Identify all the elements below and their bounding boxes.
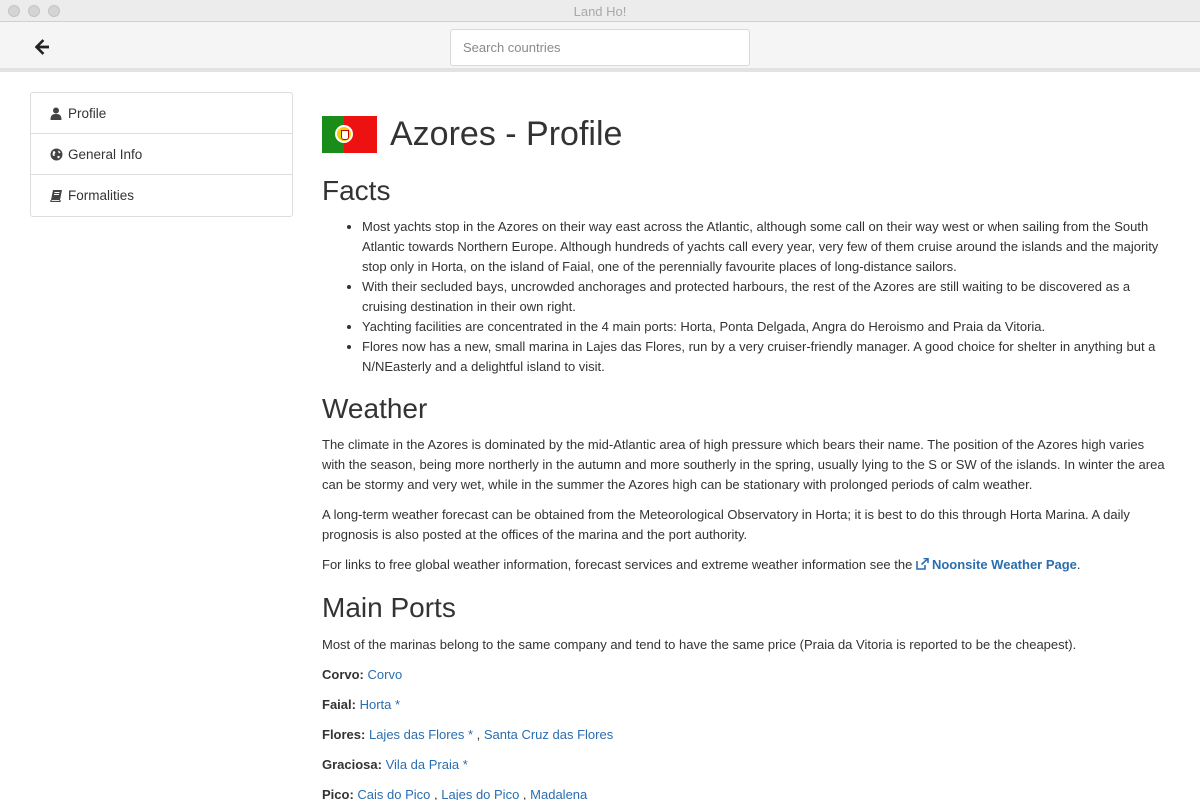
period: .	[1076, 556, 1081, 572]
sidebar-item-formalities[interactable]: Formalities	[31, 175, 292, 216]
sidebar-item-label: Formalities	[68, 188, 135, 203]
port-link-horta[interactable]: Horta *	[360, 697, 400, 712]
list-item: Flores now has a new, small marina in La…	[362, 337, 1167, 377]
sidebar-nav: Profile General Info Formalities	[30, 92, 293, 217]
island-label: Pico:	[322, 787, 354, 800]
sidebar-item-label: General Info	[68, 146, 143, 162]
port-row-pico: Pico: Cais do Pico , Lajes do Pico , Mad…	[322, 785, 1167, 800]
sidebar-item-profile[interactable]: Profile	[31, 93, 292, 134]
main-ports-heading: Main Ports	[322, 591, 456, 623]
list-item: Most yachts stop in the Azores on their …	[362, 217, 1167, 277]
weather-paragraph: The climate in the Azores is dominated b…	[322, 436, 1165, 492]
port-row-flores: Flores: Lajes das Flores * , Santa Cruz …	[322, 727, 614, 743]
port-link-lajes-das-flores[interactable]: Lajes das Flores *	[369, 727, 473, 742]
weather-heading: Weather	[322, 392, 428, 424]
arrow-left-icon	[34, 39, 49, 55]
external-link-icon	[916, 557, 929, 570]
port-link-madalena[interactable]: Madalena	[530, 787, 587, 800]
port-link-cais-do-pico[interactable]: Cais do Pico	[357, 787, 430, 800]
back-button[interactable]	[28, 34, 56, 60]
page-header: Azores - Profile	[322, 110, 1167, 158]
ports-intro: Most of the marinas belong to the same c…	[322, 637, 1077, 653]
list-item: Yachting facilities are concentrated in …	[362, 317, 1167, 337]
weather-links-paragraph: For links to free global weather informa…	[322, 555, 1167, 575]
portugal-flag-image	[322, 115, 377, 153]
page-title: Azores - Profile	[390, 115, 623, 153]
noonsite-weather-link[interactable]: Noonsite Weather Page	[916, 557, 1077, 572]
port-link-vila-da-praia[interactable]: Vila da Praia *	[386, 757, 468, 772]
user-icon	[49, 106, 63, 120]
toolbar	[0, 22, 1200, 72]
weather-links-text: For links to free global weather informa…	[322, 556, 916, 572]
window-title: Land Ho!	[573, 4, 627, 19]
sidebar-item-general-info[interactable]: General Info	[31, 134, 292, 175]
window-titlebar: Land Ho!	[0, 0, 1200, 22]
facts-heading: Facts	[322, 175, 391, 206]
port-link-santa-cruz-das-flores[interactable]: Santa Cruz das Flores	[484, 727, 613, 742]
list-item: With their secluded bays, uncrowded anch…	[362, 277, 1167, 317]
port-row-graciosa: Graciosa: Vila da Praia *	[322, 755, 1167, 775]
sidebar-item-label: Profile	[68, 105, 107, 121]
island-label: Graciosa:	[322, 757, 382, 773]
port-link-lajes-do-pico[interactable]: Lajes do Pico	[441, 787, 519, 800]
main-content: Azores - Profile Facts Most yachts stop …	[322, 110, 1167, 800]
port-row-faial: Faial: Horta *	[322, 695, 1167, 715]
weather-paragraph: A long-term weather forecast can be obta…	[322, 506, 1130, 542]
search-input[interactable]	[450, 29, 750, 66]
island-label: Flores:	[322, 727, 366, 743]
port-link-corvo[interactable]: Corvo	[368, 667, 403, 682]
facts-list: Most yachts stop in the Azores on their …	[322, 217, 1167, 377]
globe-icon	[49, 147, 63, 161]
island-label: Corvo:	[322, 667, 364, 683]
port-row-corvo: Corvo: Corvo	[322, 665, 1167, 685]
island-label: Faial:	[322, 697, 356, 713]
book-icon	[49, 189, 63, 203]
